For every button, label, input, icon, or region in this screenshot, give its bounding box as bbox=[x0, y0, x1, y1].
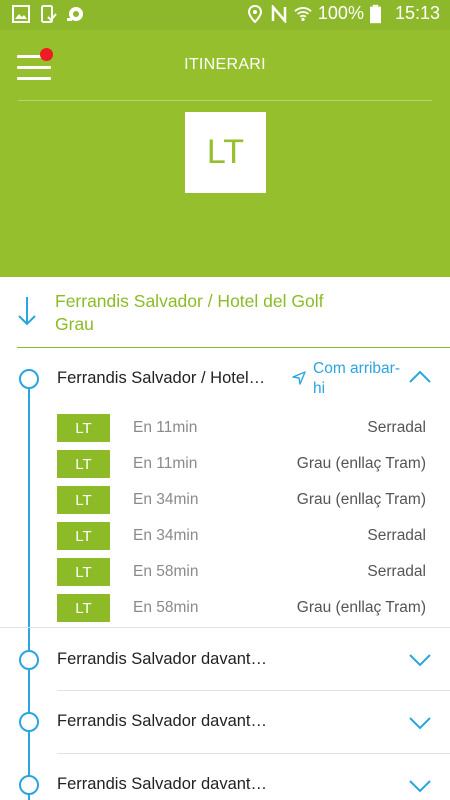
stop-marker bbox=[19, 369, 39, 389]
stop-name: Ferrandis Salvador / Hotel… bbox=[57, 369, 266, 387]
departure-time: En 58min bbox=[133, 599, 199, 616]
chevron-up-icon[interactable] bbox=[408, 370, 432, 384]
arrow-down-icon bbox=[18, 297, 36, 326]
page-title: ITINERARI bbox=[184, 56, 266, 73]
divider bbox=[17, 347, 450, 348]
departure-destination: Serradal bbox=[367, 527, 426, 544]
route-destination: Grau bbox=[55, 314, 94, 334]
wifi-icon bbox=[294, 6, 312, 21]
line-badge: LT bbox=[57, 594, 110, 622]
how-to-get-label: Com arribar-hi bbox=[313, 360, 400, 397]
departure-row: LT En 58min Serradal bbox=[57, 558, 437, 586]
chevron-down-icon[interactable] bbox=[408, 716, 432, 730]
navigation-icon bbox=[292, 371, 306, 385]
departure-row: LT En 58min Grau (enllaç Tram) bbox=[57, 594, 437, 622]
phone-check-icon bbox=[41, 5, 57, 23]
line-badge: LT bbox=[57, 414, 110, 442]
chevron-down-icon[interactable] bbox=[408, 779, 432, 793]
line-logo: LT bbox=[185, 112, 266, 193]
line-badge: LT bbox=[57, 450, 110, 478]
battery-icon bbox=[369, 4, 381, 23]
stop-marker bbox=[19, 712, 39, 732]
stop-marker bbox=[19, 775, 39, 795]
image-icon bbox=[12, 5, 30, 23]
status-bar: 100% 15:13 bbox=[0, 0, 450, 30]
stop-marker bbox=[19, 650, 39, 670]
route-origin: Ferrandis Salvador / Hotel del Golf bbox=[55, 291, 324, 311]
stop-name: Ferrandis Salvador davant… bbox=[57, 775, 268, 793]
route-direction[interactable]: Ferrandis Salvador / Hotel del Golf Grau bbox=[0, 277, 450, 347]
departure-time: En 58min bbox=[133, 563, 199, 580]
divider bbox=[57, 690, 450, 691]
divider bbox=[57, 753, 450, 754]
header: ITINERARI LT bbox=[0, 30, 450, 277]
departure-row: LT En 11min Serradal bbox=[57, 414, 437, 442]
departure-time: En 34min bbox=[133, 527, 199, 544]
departure-row: LT En 11min Grau (enllaç Tram) bbox=[57, 450, 437, 478]
header-divider bbox=[18, 100, 432, 101]
departure-time: En 11min bbox=[133, 419, 198, 436]
how-to-get-button[interactable]: Com arribar-hi bbox=[290, 358, 410, 398]
battery-percent: 100% bbox=[317, 3, 364, 23]
stop-name: Ferrandis Salvador davant… bbox=[57, 712, 268, 730]
departure-time: En 34min bbox=[133, 491, 199, 508]
chevron-down-icon[interactable] bbox=[408, 653, 432, 667]
departure-row: LT En 34min Grau (enllaç Tram) bbox=[57, 486, 437, 514]
voicemail-icon bbox=[67, 7, 83, 21]
departure-time: En 11min bbox=[133, 455, 198, 472]
stop-name: Ferrandis Salvador davant… bbox=[57, 650, 268, 668]
status-left-icons bbox=[12, 5, 84, 23]
divider bbox=[0, 627, 450, 628]
nfc-icon bbox=[271, 4, 287, 23]
departure-destination: Grau (enllaç Tram) bbox=[296, 455, 426, 472]
route-label: Ferrandis Salvador / Hotel del Golf Grau bbox=[55, 290, 323, 336]
departure-destination: Serradal bbox=[367, 419, 426, 436]
status-right-icons: 100% 15:13 bbox=[246, 3, 440, 24]
clock: 15:13 bbox=[394, 3, 440, 23]
line-badge: LT bbox=[57, 522, 110, 550]
timeline-line bbox=[28, 388, 30, 800]
departure-row: LT En 34min Serradal bbox=[57, 522, 437, 550]
departure-destination: Grau (enllaç Tram) bbox=[296, 599, 426, 616]
line-badge: LT bbox=[57, 486, 110, 514]
departure-destination: Serradal bbox=[367, 563, 426, 580]
departure-destination: Grau (enllaç Tram) bbox=[296, 491, 426, 508]
line-badge: LT bbox=[57, 558, 110, 586]
location-icon bbox=[247, 4, 262, 23]
